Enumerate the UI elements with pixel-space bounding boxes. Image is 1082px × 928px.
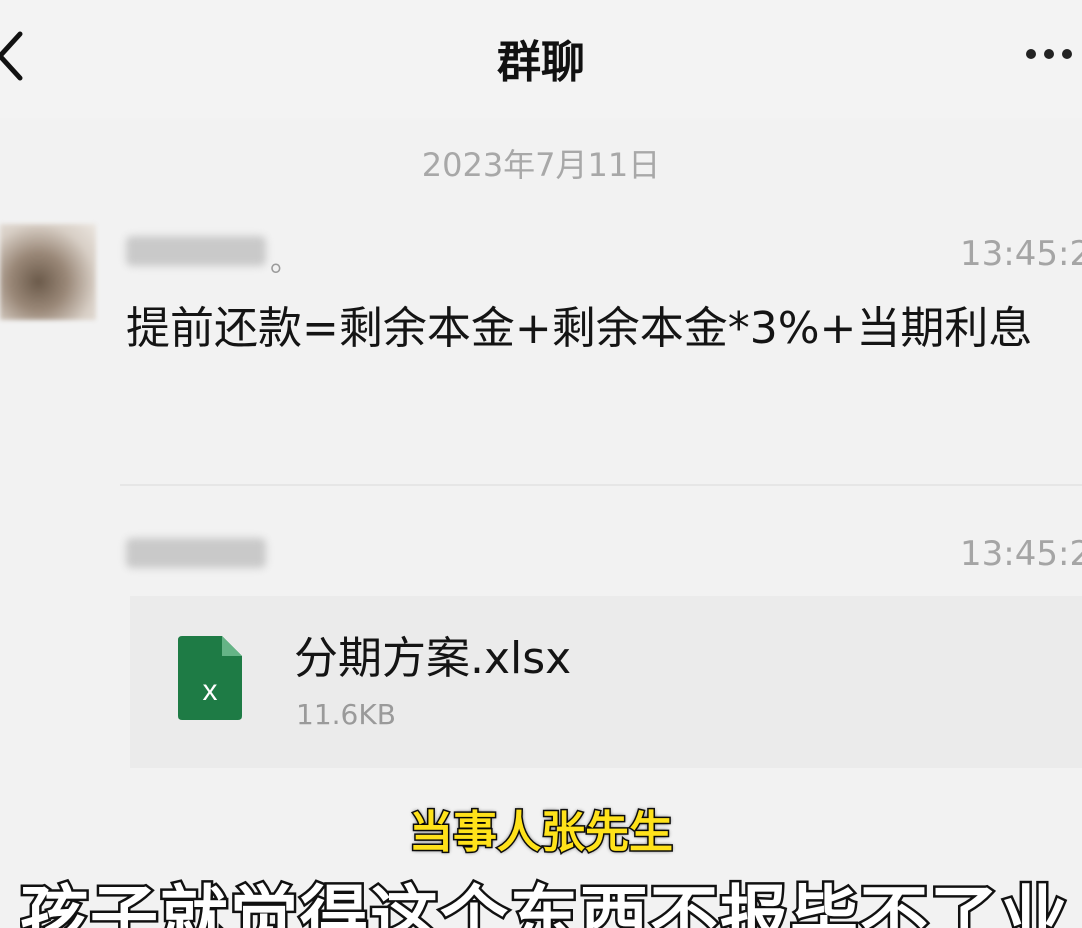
date-separator: 2023年7月11日 — [421, 146, 661, 184]
sender-name-suffix: 。 — [270, 244, 300, 279]
message-time: 13:45:27 — [960, 234, 1082, 274]
message-time: 13:45:27 — [960, 534, 1082, 574]
sender-name — [126, 236, 266, 270]
file-attachment[interactable]: x 分期方案.xlsx 11.6KB — [130, 596, 1082, 768]
speaker-caption: 当事人张先生 — [0, 796, 1082, 860]
sender-name — [126, 538, 266, 572]
file-size: 11.6KB — [296, 698, 396, 731]
excel-file-icon: x — [178, 636, 242, 720]
file-icon-letter: x — [203, 674, 218, 707]
speaker-caption-text: 当事人张先生 — [408, 806, 675, 860]
chat-title: 群聊 — [497, 37, 585, 88]
subtitle-caption: 孩子就觉得这个东西不报毕不了业 — [20, 862, 1082, 928]
subtitle-caption-text: 孩子就觉得这个东西不报毕不了业 — [20, 877, 1071, 928]
more-dots-icon[interactable] — [1026, 44, 1082, 64]
message-divider — [120, 484, 1082, 486]
avatar[interactable] — [0, 224, 96, 320]
file-name: 分期方案.xlsx — [294, 633, 572, 684]
top-bar: 群聊 — [0, 0, 1082, 118]
message-text: 提前还款=剩余本金+剩余本金*3%+当期利息 — [126, 303, 1033, 354]
